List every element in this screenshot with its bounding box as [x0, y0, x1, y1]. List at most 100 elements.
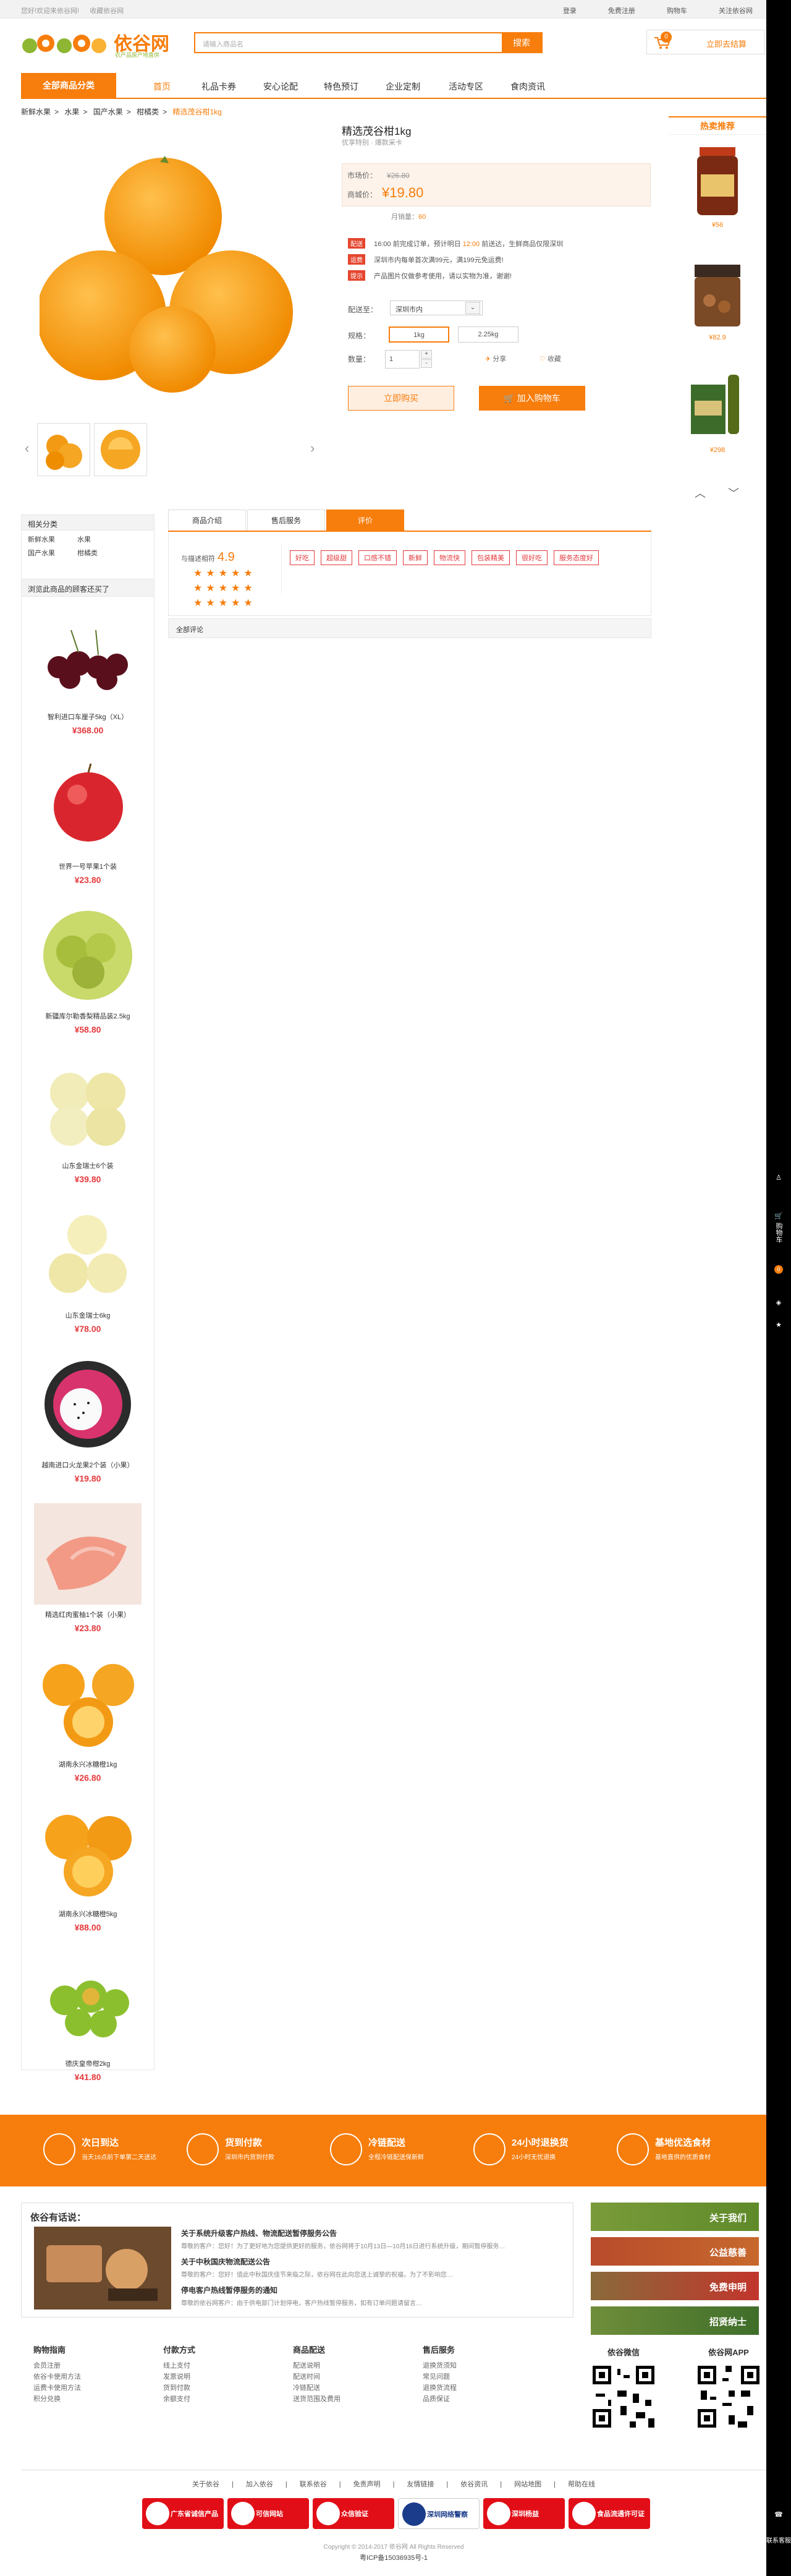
- thumbnail[interactable]: [37, 423, 90, 476]
- trust-badge[interactable]: 深圳网络警察: [398, 2498, 480, 2529]
- favorite-button[interactable]: ♡ 收藏: [539, 354, 561, 364]
- breadcrumb-item[interactable]: 国产水果: [93, 108, 123, 116]
- follow-link[interactable]: 关注依谷网: [719, 7, 753, 15]
- also-bought-item[interactable]: 德庆皇帝柑2kg ¥41.80: [22, 1945, 154, 2082]
- qty-plus-button[interactable]: +: [421, 350, 432, 359]
- news-item[interactable]: 关于系统升级客户热线、物流配送暂停服务公告 尊敬的客户：您好！为了更好地为您提供更…: [181, 2228, 564, 2250]
- footer-link[interactable]: 积分兑换: [33, 2394, 132, 2405]
- footer-bottom-link[interactable]: 联系依谷: [300, 2481, 327, 2488]
- footer-bottom-link[interactable]: 网站地图: [514, 2481, 541, 2488]
- qty-minus-button[interactable]: -: [421, 359, 432, 368]
- news-item[interactable]: 关于中秋国庆物流配送公告 尊敬的客户：您好！值此中秋国庆佳节来临之际，依谷网在此向…: [181, 2256, 564, 2279]
- trust-badge[interactable]: 广东省诚信产品: [142, 2498, 224, 2529]
- nav-item-home[interactable]: 首页: [153, 80, 171, 93]
- footer-link[interactable]: 发票说明: [163, 2371, 262, 2382]
- tab-reviews[interactable]: 评价: [326, 510, 404, 531]
- disclaimer-button[interactable]: 免费申明: [591, 2272, 759, 2300]
- phone-icon[interactable]: ☎: [766, 2510, 791, 2518]
- user-icon[interactable]: ♙: [766, 1174, 791, 1182]
- breadcrumb-item[interactable]: 水果: [64, 108, 79, 116]
- footer-link[interactable]: 退换货流程: [423, 2382, 522, 2394]
- footer-link[interactable]: 运费卡使用方法: [33, 2382, 132, 2394]
- also-bought-item[interactable]: 新疆库尔勒香梨精品装2.5kg ¥58.80: [22, 897, 154, 1047]
- careers-button[interactable]: 招贤纳士: [591, 2306, 759, 2335]
- review-tag[interactable]: 包装精美: [472, 550, 510, 565]
- hot-item[interactable]: ¥56: [671, 139, 764, 250]
- also-bought-item[interactable]: 山东金瑞士6个装 ¥39.80: [22, 1047, 154, 1196]
- also-bought-item[interactable]: 山东金瑞士6kg ¥78.00: [22, 1196, 154, 1346]
- nav-item-events[interactable]: 活动专区: [449, 80, 483, 93]
- tab-intro[interactable]: 商品介绍: [168, 510, 246, 531]
- checkout-link[interactable]: 立即去结算: [706, 38, 747, 49]
- related-link[interactable]: 国产水果: [28, 548, 77, 558]
- breadcrumb-item[interactable]: 柑橘类: [137, 108, 159, 116]
- nav-item-news[interactable]: 食肉资讯: [510, 80, 545, 93]
- about-us-button[interactable]: 关于我们: [591, 2203, 759, 2231]
- review-tag[interactable]: 口感不错: [358, 550, 397, 565]
- assets-icon[interactable]: ◈: [766, 1299, 791, 1307]
- nav-item-safe[interactable]: 安心论配: [263, 80, 298, 93]
- search-input[interactable]: 请输入商品名: [203, 39, 243, 49]
- footer-link[interactable]: 会员注册: [33, 2360, 132, 2371]
- all-categories-button[interactable]: 全部商品分类: [21, 73, 116, 98]
- footer-link[interactable]: 配送时间: [293, 2371, 392, 2382]
- footer-bottom-link[interactable]: 加入依谷: [246, 2481, 273, 2488]
- breadcrumb-item[interactable]: 新鲜水果: [21, 108, 51, 116]
- footer-bottom-link[interactable]: 关于依谷: [192, 2481, 219, 2488]
- chevron-down-icon[interactable]: ⌄: [465, 302, 480, 314]
- hot-prev-icon[interactable]: ︿: [695, 485, 706, 501]
- hot-next-icon[interactable]: ﹀: [728, 485, 739, 501]
- rail-cart[interactable]: 🛒 购物车: [766, 1212, 791, 1243]
- footer-link[interactable]: 送货范围及费用: [293, 2394, 392, 2405]
- related-link[interactable]: 新鲜水果: [28, 534, 77, 544]
- buy-now-button[interactable]: 立即购买: [348, 386, 454, 411]
- thumbnail[interactable]: [94, 423, 147, 476]
- trust-badge[interactable]: 众信验证: [313, 2498, 394, 2529]
- thumb-prev-icon[interactable]: ‹: [25, 440, 29, 456]
- review-tag[interactable]: 物流快: [434, 550, 465, 565]
- nav-item-preorder[interactable]: 特色预订: [324, 80, 358, 93]
- contact-service[interactable]: 联系客服: [766, 2535, 791, 2544]
- star-icon[interactable]: ★: [766, 1321, 791, 1329]
- review-tag[interactable]: 新鲜: [403, 550, 428, 565]
- hot-item[interactable]: ¥298: [671, 364, 764, 475]
- login-link[interactable]: 登录: [563, 7, 577, 15]
- footer-link[interactable]: 退换货须知: [423, 2360, 522, 2371]
- quantity-input[interactable]: 1: [385, 350, 420, 369]
- also-bought-item[interactable]: 越南进口火龙果2个装（小果） ¥19.80: [22, 1346, 154, 1496]
- add-to-cart-button[interactable]: 🛒 加入购物车: [479, 386, 585, 411]
- footer-link[interactable]: 货到付款: [163, 2382, 262, 2394]
- footer-bottom-link[interactable]: 免责声明: [353, 2481, 381, 2488]
- review-tag[interactable]: 服务态度好: [554, 550, 599, 565]
- trust-badge[interactable]: 食品流通许可证: [569, 2498, 650, 2529]
- trust-badge[interactable]: 深圳杨益: [483, 2498, 565, 2529]
- thumb-next-icon[interactable]: ›: [310, 440, 315, 456]
- site-logo[interactable]: 依谷网 农产品原产地直供: [21, 25, 176, 62]
- footer-bottom-link[interactable]: 友情链接: [407, 2481, 434, 2488]
- footer-link[interactable]: 冷链配送: [293, 2382, 392, 2394]
- share-button[interactable]: ✈ 分享: [485, 354, 506, 364]
- icp-number[interactable]: 粤ICP备15036935号-1: [21, 2553, 766, 2562]
- also-bought-item[interactable]: 湖南永兴冰糖橙5kg ¥88.00: [22, 1795, 154, 1945]
- footer-bottom-link[interactable]: 依谷资讯: [460, 2481, 488, 2488]
- hot-item[interactable]: ¥82.9: [671, 251, 764, 362]
- review-tag[interactable]: 很好吃: [516, 550, 548, 565]
- nav-item-enterprise[interactable]: 企业定制: [386, 80, 420, 93]
- trust-badge[interactable]: 可信网站: [227, 2498, 309, 2529]
- news-item[interactable]: 停电客户热线暂停服务的通知 尊敬的依谷网客户：由于供电部门计划停电，客户热线暂停服…: [181, 2285, 564, 2307]
- footer-link[interactable]: 品质保证: [423, 2394, 522, 2405]
- related-link[interactable]: 水果: [77, 534, 127, 544]
- footer-bottom-link[interactable]: 帮助在线: [568, 2481, 595, 2488]
- review-tag[interactable]: 好吃: [290, 550, 315, 565]
- nav-item-gift[interactable]: 礼品卡券: [201, 80, 236, 93]
- footer-link[interactable]: 余额支付: [163, 2394, 262, 2405]
- all-reviews-tab[interactable]: 全部评论: [168, 618, 651, 638]
- spec-option-1kg[interactable]: 1kg: [389, 326, 449, 343]
- footer-link[interactable]: 配送说明: [293, 2360, 392, 2371]
- review-tag[interactable]: 超级甜: [321, 550, 352, 565]
- tab-service[interactable]: 售后服务: [247, 510, 325, 531]
- also-bought-item[interactable]: 湖南永兴冰糖橙1kg ¥26.80: [22, 1645, 154, 1795]
- top-cart-link[interactable]: 购物车: [667, 7, 687, 15]
- favorite-site-link[interactable]: 收藏依谷网: [90, 7, 124, 15]
- related-link[interactable]: 柑橘类: [77, 548, 127, 558]
